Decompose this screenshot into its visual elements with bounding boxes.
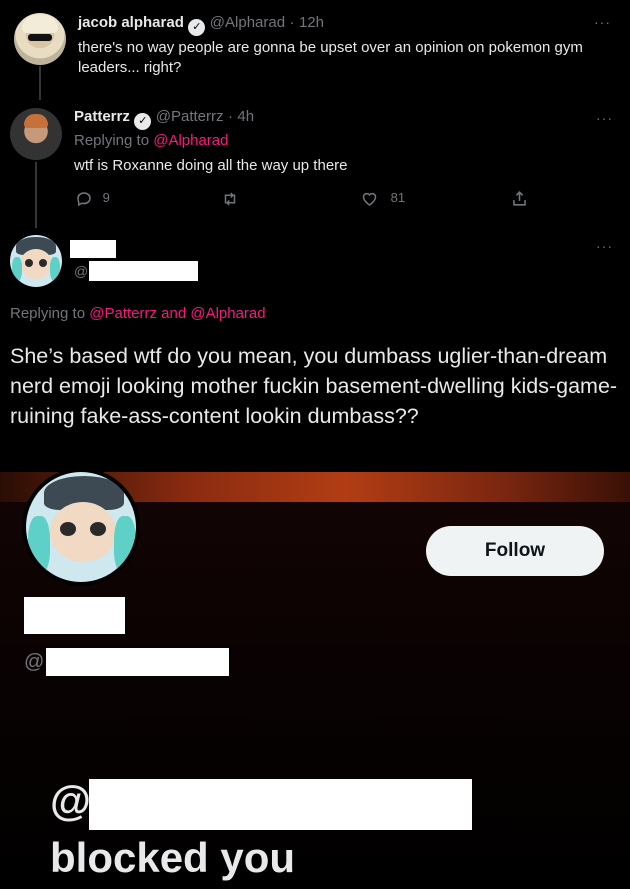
replying-to: Replying to @Alpharad: [74, 132, 229, 149]
more-icon[interactable]: ···: [594, 14, 611, 30]
thread-line: [35, 162, 37, 228]
redacted-display-name: [70, 240, 116, 258]
verified-icon: ✓: [134, 113, 152, 130]
tweet-header: jacob alpharad ✓ @Alpharad · 12h: [78, 14, 324, 36]
avatar[interactable]: [10, 108, 62, 160]
like-action[interactable]: 81: [360, 190, 405, 208]
replying-to: Replying to @Patterrz and @Alpharad: [10, 305, 266, 322]
redacted-blocked-handle: [89, 779, 472, 830]
mention-link[interactable]: @Patterrz: [89, 305, 157, 322]
tweet-text: there's no way people are gonna be upset…: [78, 39, 583, 76]
avatar-hair: [24, 114, 48, 128]
redacted-profile-name: [24, 597, 125, 634]
timestamp[interactable]: 4h: [237, 108, 254, 125]
avatar[interactable]: [10, 235, 62, 287]
display-name[interactable]: jacob alpharad: [78, 14, 184, 31]
blocked-message: blocked you: [50, 834, 296, 881]
thread-line: [39, 66, 41, 100]
avatar-eye: [90, 522, 106, 536]
handle-prefix: @: [74, 263, 89, 279]
avatar-tentacle: [28, 516, 50, 574]
share-icon: [513, 191, 526, 206]
replying-prefix: Replying to: [74, 132, 150, 149]
redacted-profile-handle: [46, 648, 229, 676]
like-count: 81: [390, 190, 406, 206]
handle[interactable]: @Alpharad: [210, 14, 285, 31]
share-action[interactable]: [510, 189, 529, 208]
redacted-handle: [89, 261, 198, 281]
reply-icon: [77, 192, 91, 207]
tweet-text: wtf is Roxanne doing all the way up ther…: [74, 157, 348, 174]
separator: ·: [289, 14, 295, 31]
separator: ·: [227, 108, 233, 125]
mention-link[interactable]: @Alpharad: [153, 132, 228, 149]
blocked-prefix: @: [50, 777, 91, 824]
avatar-eye: [39, 259, 47, 267]
handle[interactable]: @Patterrz: [156, 108, 224, 125]
retweet-action[interactable]: [220, 190, 240, 208]
profile-avatar[interactable]: [22, 468, 140, 586]
display-name[interactable]: Patterrz: [74, 108, 130, 125]
follow-button[interactable]: Follow: [426, 526, 604, 576]
profile-handle-prefix: @: [24, 651, 45, 673]
verified-icon: ✓: [188, 19, 206, 36]
avatar-tentacle: [114, 516, 136, 574]
retweet-icon: [224, 192, 236, 206]
replying-prefix: Replying to: [10, 305, 86, 322]
timestamp[interactable]: 12h: [299, 14, 324, 31]
tweet-text-large: She’s based wtf do you mean, you dumbass…: [10, 344, 618, 428]
avatar-eye: [60, 522, 76, 536]
reply-count: 9: [102, 190, 110, 206]
tweet-header: Patterrz ✓ @Patterrz · 4h: [74, 108, 254, 130]
more-icon[interactable]: ···: [596, 238, 613, 254]
like-icon: [362, 192, 377, 206]
avatar-glasses: [28, 34, 52, 41]
avatar-tentacle: [50, 257, 60, 281]
avatar[interactable]: [14, 13, 66, 65]
mention-link[interactable]: @Alpharad: [190, 305, 265, 322]
avatar-eye: [25, 259, 33, 267]
replying-and: and: [161, 305, 187, 322]
avatar-hair: [22, 15, 58, 33]
avatar-tentacle: [12, 257, 22, 281]
more-icon[interactable]: ···: [596, 110, 613, 126]
reply-action[interactable]: 9: [75, 190, 110, 208]
